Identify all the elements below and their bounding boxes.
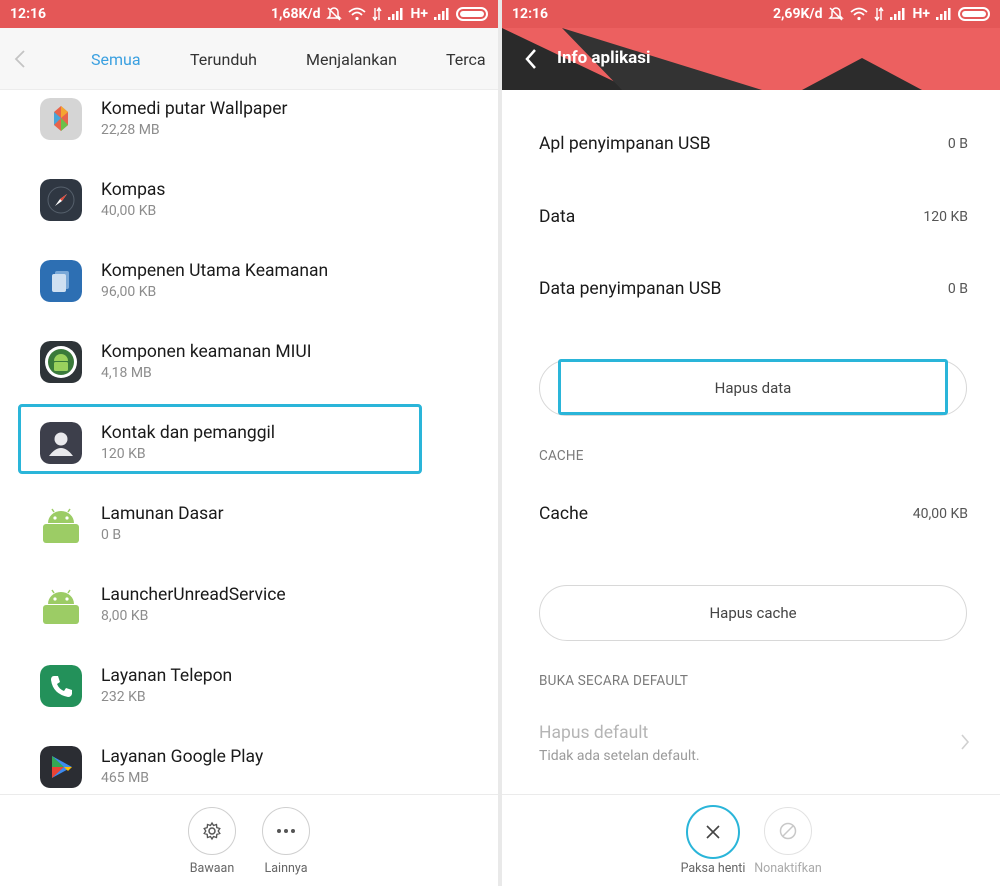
network-type: H+	[912, 6, 930, 22]
battery-icon	[456, 7, 488, 21]
cache-row: Cache 40,00 KB	[539, 504, 968, 524]
selection-highlight	[558, 359, 948, 415]
selection-highlight	[18, 404, 422, 474]
signal-icon	[388, 8, 403, 20]
app-info-screen: 12:16 2,69K/d H+ Info aplikasi Apl penyi…	[502, 0, 1000, 886]
force-stop-label: Paksa henti	[680, 861, 746, 876]
clear-defaults-title[interactable]: Hapus default	[539, 723, 648, 743]
tab-cached[interactable]: Tercac	[446, 50, 486, 69]
battery-icon	[958, 7, 990, 21]
app-size: 96,00 KB	[101, 284, 157, 300]
app-size: 8,00 KB	[101, 608, 149, 624]
security-core-icon	[40, 260, 82, 302]
phone-icon	[40, 665, 82, 707]
app-name: Komponen keamanan MIUI	[101, 342, 312, 362]
app-name: Layanan Google Play	[101, 747, 264, 767]
defaults-button[interactable]	[188, 807, 236, 855]
data-transfer-icon	[874, 7, 885, 21]
data-row: Data 120 KB	[539, 207, 968, 227]
defaults-label: Bawaan	[189, 861, 235, 876]
compass-icon	[40, 179, 82, 221]
row-label: Data	[539, 207, 576, 227]
row-label: Cache	[539, 504, 588, 524]
more-button[interactable]	[262, 807, 310, 855]
data-transfer-icon	[372, 7, 383, 21]
chevron-left-icon	[14, 49, 25, 68]
row-value: 40,00 KB	[912, 506, 968, 522]
silent-icon	[828, 7, 845, 21]
status-bar: 12:16 1,68K/d H+	[0, 0, 498, 28]
app-size: 4,18 MB	[101, 365, 152, 381]
app-name: Layanan Telepon	[101, 666, 233, 686]
row-value: 0 B	[947, 281, 968, 297]
app-size: 0 B	[101, 527, 122, 543]
silent-icon	[326, 7, 343, 21]
app-name: Kompas	[101, 180, 166, 200]
disable-button[interactable]	[764, 807, 812, 855]
more-dots-icon	[277, 829, 295, 833]
back-button[interactable]	[524, 48, 538, 70]
wifi-icon	[348, 7, 367, 21]
status-time: 12:16	[512, 6, 549, 22]
app-info-header: Info aplikasi	[502, 28, 1000, 90]
disable-label: Nonaktifkan	[754, 861, 822, 876]
android-security-icon	[40, 341, 82, 383]
wallpaper-carousel-icon	[40, 98, 82, 140]
filter-tabs: Semua Terunduh Menjalankan Tercac	[0, 28, 498, 90]
tab-running[interactable]: Menjalankan	[306, 50, 397, 69]
back-button[interactable]	[0, 28, 40, 90]
close-icon	[706, 825, 720, 839]
tab-all[interactable]: Semua	[91, 50, 141, 69]
app-list-screen: 12:16 1,68K/d H+ Semua Terunduh Menjalan…	[0, 0, 498, 886]
row-label: Data penyimpanan USB	[539, 279, 722, 299]
app-size: 232 KB	[101, 689, 146, 705]
page-title: Info aplikasi	[557, 48, 651, 68]
row-value: 0 B	[947, 136, 968, 152]
app-name: Komedi putar Wallpaper	[101, 99, 288, 119]
list-item[interactable]: Komedi putar Wallpaper 22,28 MB	[0, 90, 498, 170]
app-name: LauncherUnreadService	[101, 585, 286, 605]
usb-storage-data-row: Data penyimpanan USB 0 B	[539, 279, 968, 299]
list-item[interactable]: Kompas 40,00 KB	[0, 171, 498, 251]
list-item[interactable]: Layanan Telepon 232 KB	[0, 657, 498, 737]
status-time: 12:16	[10, 6, 47, 22]
list-item[interactable]: LauncherUnreadService 8,00 KB	[0, 576, 498, 656]
signal-icon	[890, 8, 905, 20]
app-size: 40,00 KB	[101, 203, 157, 219]
wifi-icon	[850, 7, 869, 21]
clear-defaults-subtitle: Tidak ada setelan default.	[539, 748, 700, 764]
bottom-action-bar: Paksa henti Nonaktifkan	[502, 794, 1000, 886]
block-icon	[779, 822, 797, 840]
cache-section-header: CACHE	[539, 448, 584, 464]
list-item[interactable]: Kompenen Utama Keamanan 96,00 KB	[0, 252, 498, 332]
app-name: Kompenen Utama Keamanan	[101, 261, 329, 281]
network-speed: 2,69K/d	[772, 6, 823, 22]
clear-cache-button[interactable]: Hapus cache	[539, 585, 967, 641]
usb-storage-app-row: Apl penyimpanan USB 0 B	[539, 134, 968, 154]
list-item[interactable]: Lamunan Dasar 0 B	[0, 495, 498, 575]
signal-icon-2	[434, 8, 449, 20]
android-icon	[43, 508, 79, 543]
network-speed: 1,68K/d	[270, 6, 321, 22]
row-value: 120 KB	[923, 209, 968, 225]
more-label: Lainnya	[264, 861, 308, 876]
android-icon	[43, 589, 79, 624]
tab-downloaded[interactable]: Terunduh	[190, 50, 257, 69]
app-size: 22,28 MB	[101, 122, 160, 138]
app-size: 465 MB	[101, 770, 150, 786]
gear-icon	[203, 821, 221, 841]
chevron-right-icon	[961, 734, 970, 750]
app-name: Lamunan Dasar	[101, 504, 224, 524]
open-by-default-section-header: BUKA SECARA DEFAULT	[539, 673, 689, 689]
list-item[interactable]: Komponen keamanan MIUI 4,18 MB	[0, 333, 498, 413]
signal-icon-2	[936, 8, 951, 20]
google-play-services-icon	[40, 746, 82, 788]
status-bar: 12:16 2,69K/d H+	[502, 0, 1000, 28]
row-label: Apl penyimpanan USB	[539, 134, 711, 154]
network-type: H+	[410, 6, 428, 22]
force-stop-button[interactable]	[686, 805, 740, 859]
bottom-action-bar: Bawaan Lainnya	[0, 794, 498, 886]
